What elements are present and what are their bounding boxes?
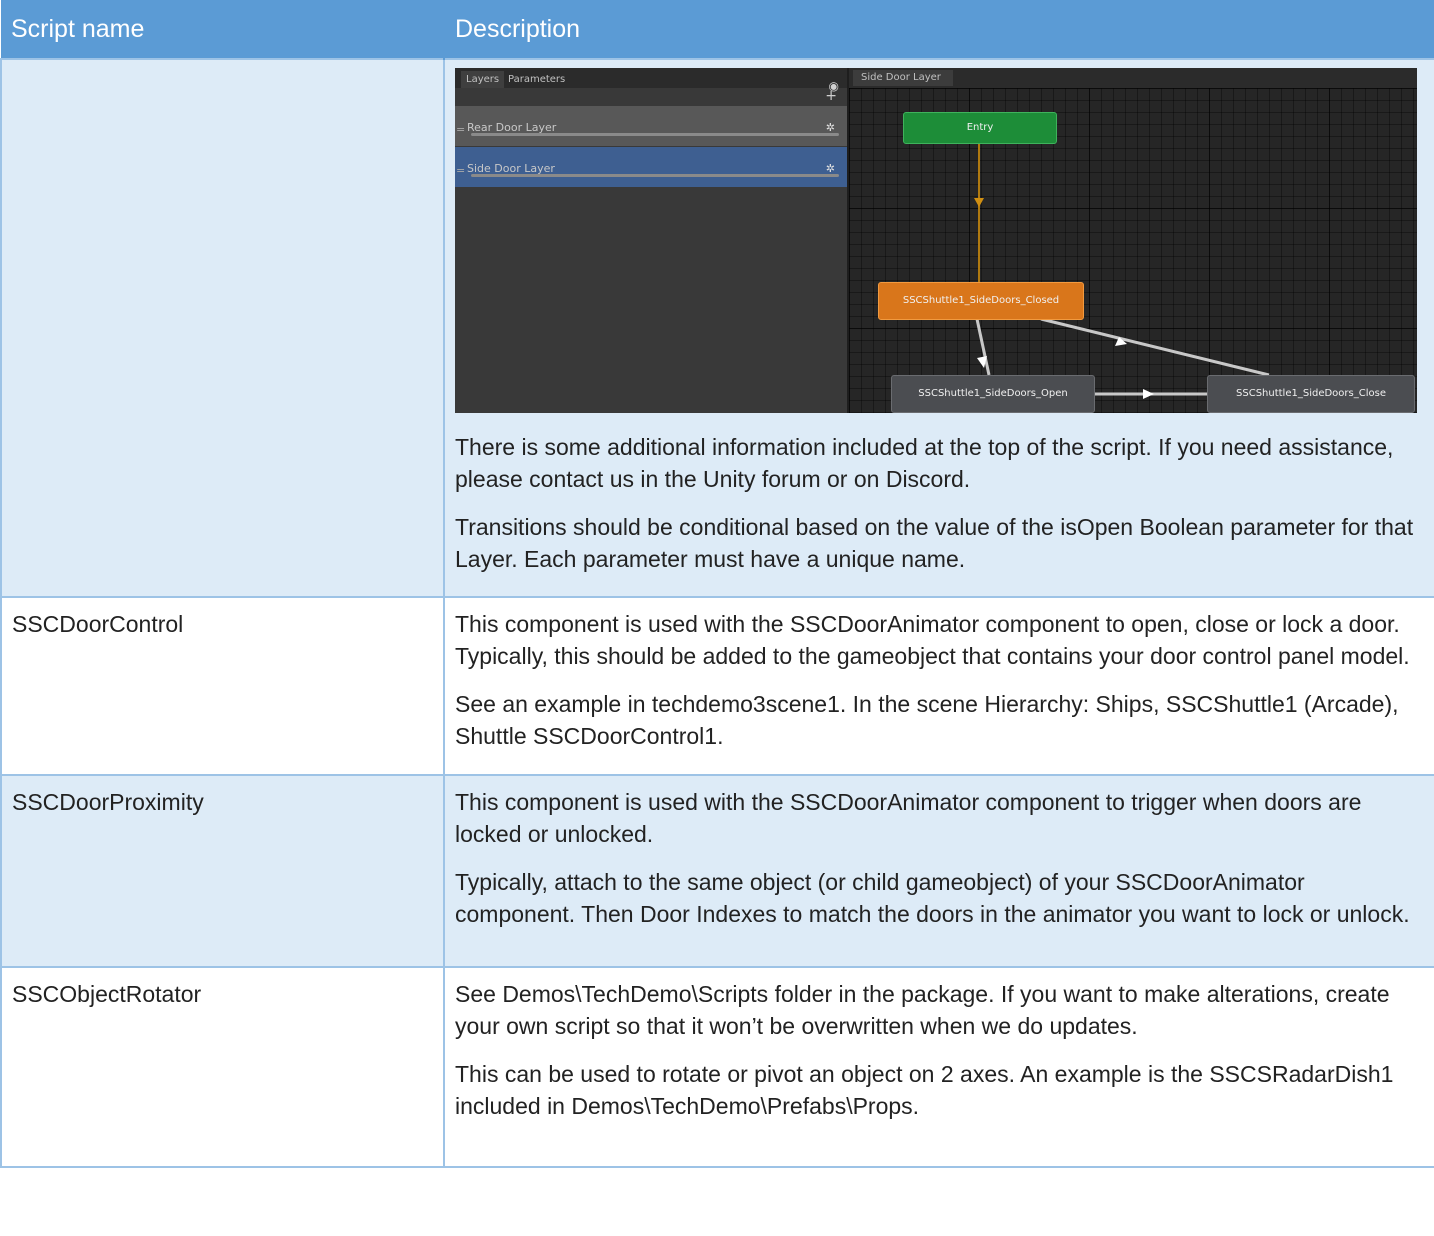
layer-item-side-door[interactable]: = Side Door Layer ✲ [455, 147, 847, 187]
description-paragraph: This component is used with the SSCDoorA… [455, 611, 1410, 669]
state-graph[interactable]: Entry SSCShuttle1_SideDoors_Closed SSCSh… [849, 88, 1417, 413]
layer-weight-bar [471, 133, 839, 136]
transition-close-closed [1040, 317, 1270, 377]
description-cell: Layers Parameters ◉ + = Rear Door Layer … [443, 58, 1434, 598]
description-cell: This component is used with the SSCDoorA… [443, 596, 1434, 776]
breadcrumb-layer[interactable]: Side Door Layer [853, 70, 953, 86]
layer-name: Rear Door Layer [467, 121, 557, 134]
table-row: SSCDoorControl This component is used wi… [0, 596, 1434, 776]
script-name-cell: SSCDoorControl [0, 596, 445, 776]
description-paragraph: There is some additional information inc… [455, 434, 1394, 492]
scripts-table: Script name Description Layers Parameter… [0, 0, 1434, 1168]
drag-handle-icon[interactable]: = [456, 155, 465, 187]
animator-screenshot: Layers Parameters ◉ + = Rear Door Layer … [455, 68, 1417, 413]
script-name-cell [0, 58, 445, 598]
state-sidedoors-close[interactable]: SSCShuttle1_SideDoors_Close [1207, 375, 1415, 413]
arrow-head [1143, 389, 1154, 399]
header-description: Description [444, 0, 1434, 59]
description-paragraph: Typically, attach to the same object (or… [455, 869, 1410, 927]
gear-icon[interactable]: ✲ [826, 153, 835, 185]
description-cell: This component is used with the SSCDoorA… [443, 774, 1434, 968]
description-paragraph: Transitions should be conditional based … [455, 514, 1414, 572]
description-paragraph: This can be used to rotate or pivot an o… [455, 1061, 1394, 1119]
drag-handle-icon[interactable]: = [456, 114, 465, 146]
plus-icon[interactable]: + [825, 88, 837, 104]
layer-item-rear-door[interactable]: = Rear Door Layer ✲ [455, 106, 847, 146]
state-sidedoors-open[interactable]: SSCShuttle1_SideDoors_Open [891, 375, 1095, 413]
description-cell: See Demos\TechDemo\Scripts folder in the… [443, 966, 1434, 1168]
arrow-head [977, 356, 987, 368]
panel-tab-bar: Layers Parameters ◉ [455, 68, 847, 93]
table-row: Layers Parameters ◉ + = Rear Door Layer … [0, 58, 1434, 598]
gear-icon[interactable]: ✲ [826, 112, 835, 144]
breadcrumb: Side Door Layer [849, 68, 1417, 88]
script-name-cell: SSCObjectRotator [0, 966, 445, 1168]
tab-parameters[interactable]: Parameters [503, 71, 570, 88]
table-row: SSCObjectRotator See Demos\TechDemo\Scri… [0, 966, 1434, 1168]
layers-panel: Layers Parameters ◉ + = Rear Door Layer … [455, 68, 849, 413]
script-name-cell: SSCDoorProximity [0, 774, 445, 968]
header-row: Script name Description [1, 0, 1434, 59]
layer-name: Side Door Layer [467, 162, 555, 175]
layer-weight-bar [471, 174, 839, 177]
table-row: SSCDoorProximity This component is used … [0, 774, 1434, 968]
tab-layers[interactable]: Layers [461, 71, 505, 88]
header-script-name: Script name [1, 0, 445, 59]
state-entry[interactable]: Entry [903, 112, 1057, 144]
transition-closed-open [975, 318, 991, 376]
arrow-head [974, 198, 984, 207]
description-paragraph: See Demos\TechDemo\Scripts folder in the… [455, 981, 1390, 1039]
description-paragraph: This component is used with the SSCDoorA… [455, 789, 1362, 847]
state-sidedoors-closed[interactable]: SSCShuttle1_SideDoors_Closed [878, 282, 1084, 320]
description-paragraph: See an example in techdemo3scene1. In th… [455, 691, 1399, 749]
